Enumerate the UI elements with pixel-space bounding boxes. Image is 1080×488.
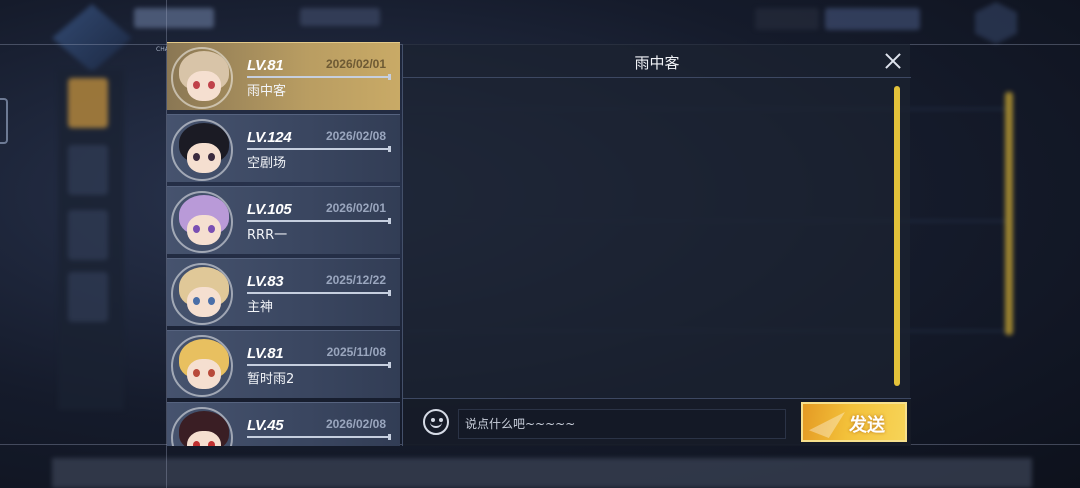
friend-underline [247,434,391,440]
avatar [171,119,233,181]
avatar-eye [193,441,200,446]
friend-name: 雨中客 [247,84,287,99]
friend-list[interactable]: LV.81 2026/02/01 雨中客 LV.124 2026/02/08 空… [167,42,400,446]
friend-underline [247,74,391,80]
friend-level: LV.81 [247,345,284,362]
background-pill [825,8,920,30]
friend-name: 暂时雨2 [247,372,295,387]
friend-list-item[interactable]: LV.81 2025/11/08 暂时雨2 [167,330,400,398]
background-pill [755,8,819,30]
friend-list-item[interactable]: LV.45 2026/02/08 [167,402,400,446]
edge-tab [0,98,8,144]
avatar [171,47,233,109]
close-button[interactable] [881,50,905,72]
avatar [171,191,233,253]
chat-title: 雨中客 [634,54,680,72]
friend-name: 主神 [247,300,274,315]
background-scrollbar [1005,92,1013,335]
avatar-eye [193,369,200,377]
friend-name: RRR一 [247,228,288,243]
friend-level: LV.45 [247,417,284,434]
friend-last-online: 2026/02/01 [325,201,386,215]
avatar-face [187,287,221,317]
back-arrow-icon [52,4,132,72]
friend-list-item[interactable]: LV.124 2026/02/08 空剧场 [167,114,400,182]
avatar-face [187,71,221,101]
avatar-face [187,359,221,389]
friend-underline [247,218,391,224]
avatar-eye [193,297,200,305]
friend-last-online: 2025/12/22 [325,273,386,287]
avatar [171,263,233,325]
avatar-eye [193,225,200,233]
friend-underline [247,146,391,152]
chat-scrollbar[interactable] [894,86,900,386]
background-title-block [134,8,214,28]
avatar [171,335,233,397]
avatar-face [187,143,221,173]
friend-level: LV.124 [247,129,292,146]
friend-last-online: 2026/02/08 [325,417,386,431]
friend-underline [247,362,391,368]
avatar-eye [208,441,215,446]
background-sidebar-item [68,272,108,322]
chat-header: 雨中客 [403,44,911,78]
send-button-label: 发送 [849,415,885,436]
friend-level: LV.81 [247,57,284,74]
chat-panel: 雨中客 发送 [402,44,911,446]
background-sidebar-item [68,145,108,195]
paper-plane-icon [809,412,845,438]
avatar [171,407,233,446]
chat-message-area[interactable] [403,79,911,397]
avatar-eye [208,153,215,161]
background-bottom-bar [52,458,1032,488]
friend-underline [247,290,391,296]
friend-level: LV.83 [247,273,284,290]
friend-last-online: 2026/02/01 [325,57,386,71]
background-sidebar-item [68,78,108,128]
background-tab-block [300,8,380,26]
chat-tag: CHAT [156,46,173,53]
friend-list-item[interactable]: LV.81 2026/02/01 雨中客 [167,42,400,110]
avatar-face [187,215,221,245]
avatar-eye [208,81,215,89]
friend-list-item[interactable]: LV.105 2026/02/01 RRR一 [167,186,400,254]
background-sidebar-item [68,210,108,260]
friend-last-online: 2025/11/08 [326,345,386,359]
emoji-icon[interactable] [423,409,449,435]
friend-last-online: 2026/02/08 [325,129,386,143]
avatar-eye [208,369,215,377]
friend-name: 空剧场 [247,156,287,171]
hexagon-icon [975,2,1017,44]
friend-level: LV.105 [247,201,292,218]
avatar-eye [193,153,200,161]
friend-list-item[interactable]: LV.83 2025/12/22 主神 [167,258,400,326]
avatar-eye [208,225,215,233]
chat-input[interactable] [458,409,786,439]
avatar-eye [208,297,215,305]
avatar-eye [193,81,200,89]
send-button[interactable]: 发送 [801,402,907,442]
chat-input-row: 发送 [403,398,911,446]
